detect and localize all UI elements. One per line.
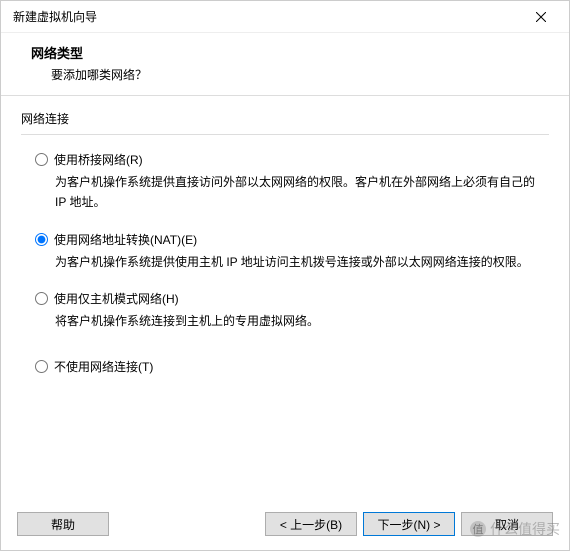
back-button[interactable]: < 上一步(B) bbox=[265, 512, 357, 536]
radio-option-bridged[interactable]: 使用桥接网络(R) bbox=[35, 151, 541, 168]
wizard-header: 网络类型 要添加哪类网络？ bbox=[1, 33, 569, 96]
window-title: 新建虚拟机向导 bbox=[13, 8, 97, 25]
titlebar: 新建虚拟机向导 bbox=[1, 1, 569, 33]
footer-spacer bbox=[115, 512, 259, 536]
radio-option-nat[interactable]: 使用网络地址转换(NAT)(E) bbox=[35, 231, 541, 248]
radio-none[interactable] bbox=[35, 360, 48, 373]
desc-bridged: 为客户机操作系统提供直接访问外部以太网网络的权限。客户机在外部网络上必须有自己的… bbox=[35, 172, 541, 213]
radio-hostonly[interactable] bbox=[35, 292, 48, 305]
close-button[interactable] bbox=[521, 3, 561, 31]
desc-hostonly: 将客户机操作系统连接到主机上的专用虚拟网络。 bbox=[35, 311, 541, 331]
radio-option-hostonly[interactable]: 使用仅主机模式网络(H) bbox=[35, 290, 541, 307]
close-icon bbox=[536, 12, 546, 22]
network-group: 使用桥接网络(R) 为客户机操作系统提供直接访问外部以太网网络的权限。客户机在外… bbox=[21, 134, 549, 387]
radio-bridged[interactable] bbox=[35, 153, 48, 166]
radio-nat-label: 使用网络地址转换(NAT)(E) bbox=[54, 231, 197, 248]
desc-nat: 为客户机操作系统提供使用主机 IP 地址访问主机拨号连接或外部以太网网络连接的权… bbox=[35, 252, 541, 272]
group-label: 网络连接 bbox=[21, 110, 73, 127]
help-button[interactable]: 帮助 bbox=[17, 512, 109, 536]
radio-option-none[interactable]: 不使用网络连接(T) bbox=[35, 358, 541, 375]
content-area: 网络连接 使用桥接网络(R) 为客户机操作系统提供直接访问外部以太网网络的权限。… bbox=[1, 96, 569, 501]
radio-bridged-label: 使用桥接网络(R) bbox=[54, 151, 143, 168]
cancel-button[interactable]: 取消 bbox=[461, 512, 553, 536]
page-title: 网络类型 bbox=[31, 43, 551, 62]
page-subtitle: 要添加哪类网络？ bbox=[31, 66, 551, 83]
next-button[interactable]: 下一步(N) > bbox=[363, 512, 455, 536]
radio-none-label: 不使用网络连接(T) bbox=[54, 358, 153, 375]
radio-hostonly-label: 使用仅主机模式网络(H) bbox=[54, 290, 179, 307]
radio-nat[interactable] bbox=[35, 233, 48, 246]
footer: 帮助 < 上一步(B) 下一步(N) > 取消 bbox=[1, 501, 569, 550]
